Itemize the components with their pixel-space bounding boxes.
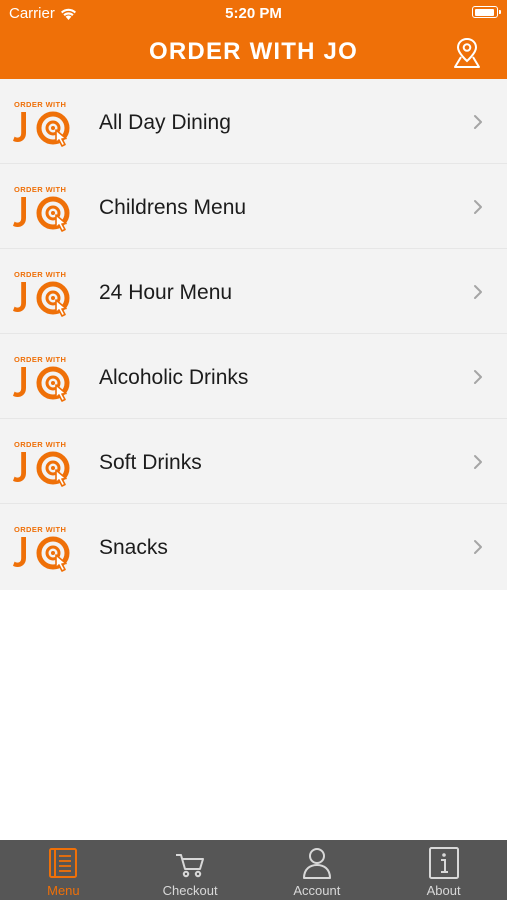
menu-category-row[interactable]: ORDER WITH 24 Hour Menu: [0, 249, 507, 334]
brand-logo: ORDER WITH: [12, 99, 76, 147]
tab-label: Menu: [47, 883, 80, 898]
menu-category-row[interactable]: ORDER WITH Soft Drinks: [0, 419, 507, 504]
logo-small-text: ORDER WITH: [14, 100, 67, 109]
logo-small-text: ORDER WITH: [14, 185, 67, 194]
chevron-right-icon: [474, 200, 482, 214]
map-pin-icon[interactable]: [451, 36, 483, 70]
brand-logo: ORDER WITH: [12, 184, 76, 232]
menu-category-label: Snacks: [99, 536, 168, 559]
menu-category-label: Soft Drinks: [99, 451, 202, 474]
tab-label: Account: [293, 883, 341, 898]
brand-logo-mark-icon: [13, 111, 70, 147]
brand-logo-mark-icon: [13, 196, 70, 232]
menu-category-label: Childrens Menu: [99, 196, 247, 219]
brand-logo: ORDER WITH: [12, 524, 76, 572]
chevron-right-icon: [474, 370, 482, 384]
tab-checkout[interactable]: Checkout: [127, 840, 254, 900]
menu-category-label: 24 Hour Menu: [99, 281, 233, 304]
battery-icon: [472, 6, 501, 18]
brand-logo: ORDER WITH: [12, 439, 76, 487]
menu-category-row[interactable]: ORDER WITH All Day Dining: [0, 79, 507, 164]
tab-about[interactable]: About: [380, 840, 507, 900]
tab-label: Checkout: [162, 883, 218, 898]
brand-logo-mark-icon: [13, 281, 70, 317]
logo-small-text: ORDER WITH: [14, 525, 67, 534]
brand-logo-mark-icon: [13, 536, 70, 572]
brand-logo-mark-icon: [13, 366, 70, 402]
menu-category-label: Alcoholic Drinks: [99, 366, 249, 389]
brand-logo-mark-icon: [13, 451, 70, 487]
menu-category-row[interactable]: ORDER WITH Alcoholic Drinks: [0, 334, 507, 419]
page-title: ORDER WITH JO: [149, 38, 358, 65]
clock: 5:20 PM: [225, 5, 282, 22]
menu-category-label: All Day Dining: [99, 111, 231, 134]
brand-logo: ORDER WITH: [12, 269, 76, 317]
brand-logo: ORDER WITH: [12, 354, 76, 402]
app-header: Carrier 5:20 PM ORDER WITH JO: [0, 0, 507, 79]
chevron-right-icon: [474, 285, 482, 299]
tab-bar: Menu Checkout Account About: [0, 840, 507, 900]
status-bar: Carrier 5:20 PM: [0, 0, 507, 28]
chevron-right-icon: [474, 540, 482, 554]
logo-small-text: ORDER WITH: [14, 355, 67, 364]
menu-category-row[interactable]: ORDER WITH Snacks: [0, 504, 507, 590]
menu-list: ORDER WITH All Day Dining ORDER WITH Chi…: [0, 79, 507, 590]
chevron-right-icon: [474, 455, 482, 469]
chevron-right-icon: [474, 115, 482, 129]
logo-small-text: ORDER WITH: [14, 270, 67, 279]
tab-menu[interactable]: Menu: [0, 840, 127, 900]
tab-label: About: [426, 883, 461, 898]
menu-category-row[interactable]: ORDER WITH Childrens Menu: [0, 164, 507, 249]
logo-small-text: ORDER WITH: [14, 440, 67, 449]
tab-account[interactable]: Account: [254, 840, 381, 900]
